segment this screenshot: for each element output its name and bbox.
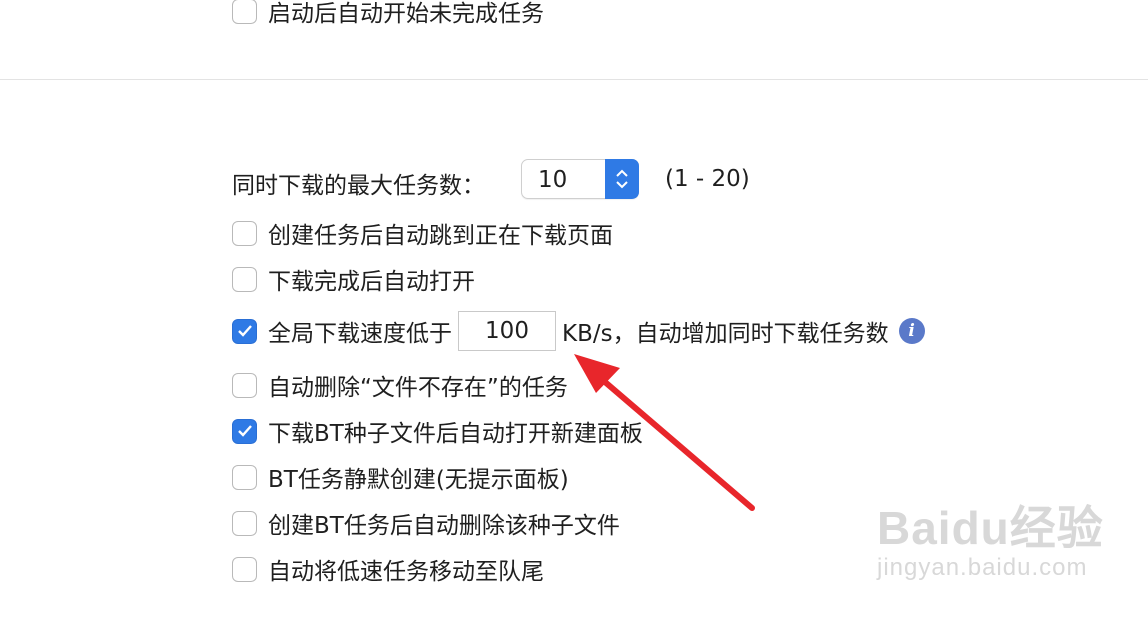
bt-delete-seed-label: 创建BT任务后自动删除该种子文件 [268, 513, 620, 539]
max-tasks-select[interactable]: 10 [521, 159, 639, 199]
updown-chevron-icon[interactable] [605, 159, 639, 199]
option-auto-open[interactable]: 下载完成后自动打开 [232, 262, 475, 296]
jump-label: 创建任务后自动跳到正在下载页面 [268, 223, 613, 249]
option-bt-delete-seed[interactable]: 创建BT任务后自动删除该种子文件 [232, 506, 620, 540]
max-tasks-range: (1 - 20) [665, 166, 750, 192]
jump-checkbox[interactable] [232, 220, 257, 246]
max-tasks-value: 10 [538, 167, 568, 193]
autostart-label: 启动后自动开始未完成任务 [268, 1, 544, 27]
auto-open-checkbox[interactable] [232, 266, 257, 292]
option-delete-missing[interactable]: 自动删除“文件不存在”的任务 [232, 368, 568, 402]
option-autostart-row[interactable]: 启动后自动开始未完成任务 [232, 0, 544, 28]
autostart-checkbox[interactable] [232, 0, 257, 24]
move-slow-checkbox[interactable] [232, 556, 257, 582]
option-speed-threshold[interactable]: 全局下载速度低于 100 KB/s，自动增加同时下载任务数 i [232, 311, 925, 351]
watermark-logo: Baidu经验 [877, 502, 1104, 554]
speed-threshold-checkbox[interactable] [232, 318, 257, 344]
bt-silent-checkbox[interactable] [232, 464, 257, 490]
move-slow-label: 自动将低速任务移动至队尾 [268, 559, 544, 585]
speed-threshold-input[interactable]: 100 [458, 311, 556, 351]
option-bt-silent[interactable]: BT任务静默创建(无提示面板) [232, 460, 569, 494]
baidu-watermark: Baidu经验 jingyan.baidu.com [877, 492, 1104, 582]
delete-missing-label: 自动删除“文件不存在”的任务 [268, 375, 568, 401]
info-icon[interactable]: i [898, 318, 925, 344]
bt-open-panel-checkbox[interactable] [232, 418, 257, 444]
bt-silent-label: BT任务静默创建(无提示面板) [268, 467, 569, 493]
bt-open-panel-label: 下载BT种子文件后自动打开新建面板 [268, 421, 643, 447]
option-jump-to-downloading[interactable]: 创建任务后自动跳到正在下载页面 [232, 216, 613, 250]
speed-label-after: KB/s，自动增加同时下载任务数 [562, 321, 889, 347]
delete-missing-checkbox[interactable] [232, 372, 257, 398]
section-divider [0, 79, 1148, 80]
bt-delete-seed-checkbox[interactable] [232, 510, 257, 536]
option-bt-open-panel[interactable]: 下载BT种子文件后自动打开新建面板 [232, 414, 643, 448]
option-move-slow-tail[interactable]: 自动将低速任务移动至队尾 [232, 552, 544, 586]
speed-label-before: 全局下载速度低于 [268, 321, 452, 347]
watermark-url: jingyan.baidu.com [877, 554, 1088, 581]
max-tasks-label: 同时下载的最大任务数： [232, 173, 485, 199]
auto-open-label: 下载完成后自动打开 [268, 269, 475, 295]
